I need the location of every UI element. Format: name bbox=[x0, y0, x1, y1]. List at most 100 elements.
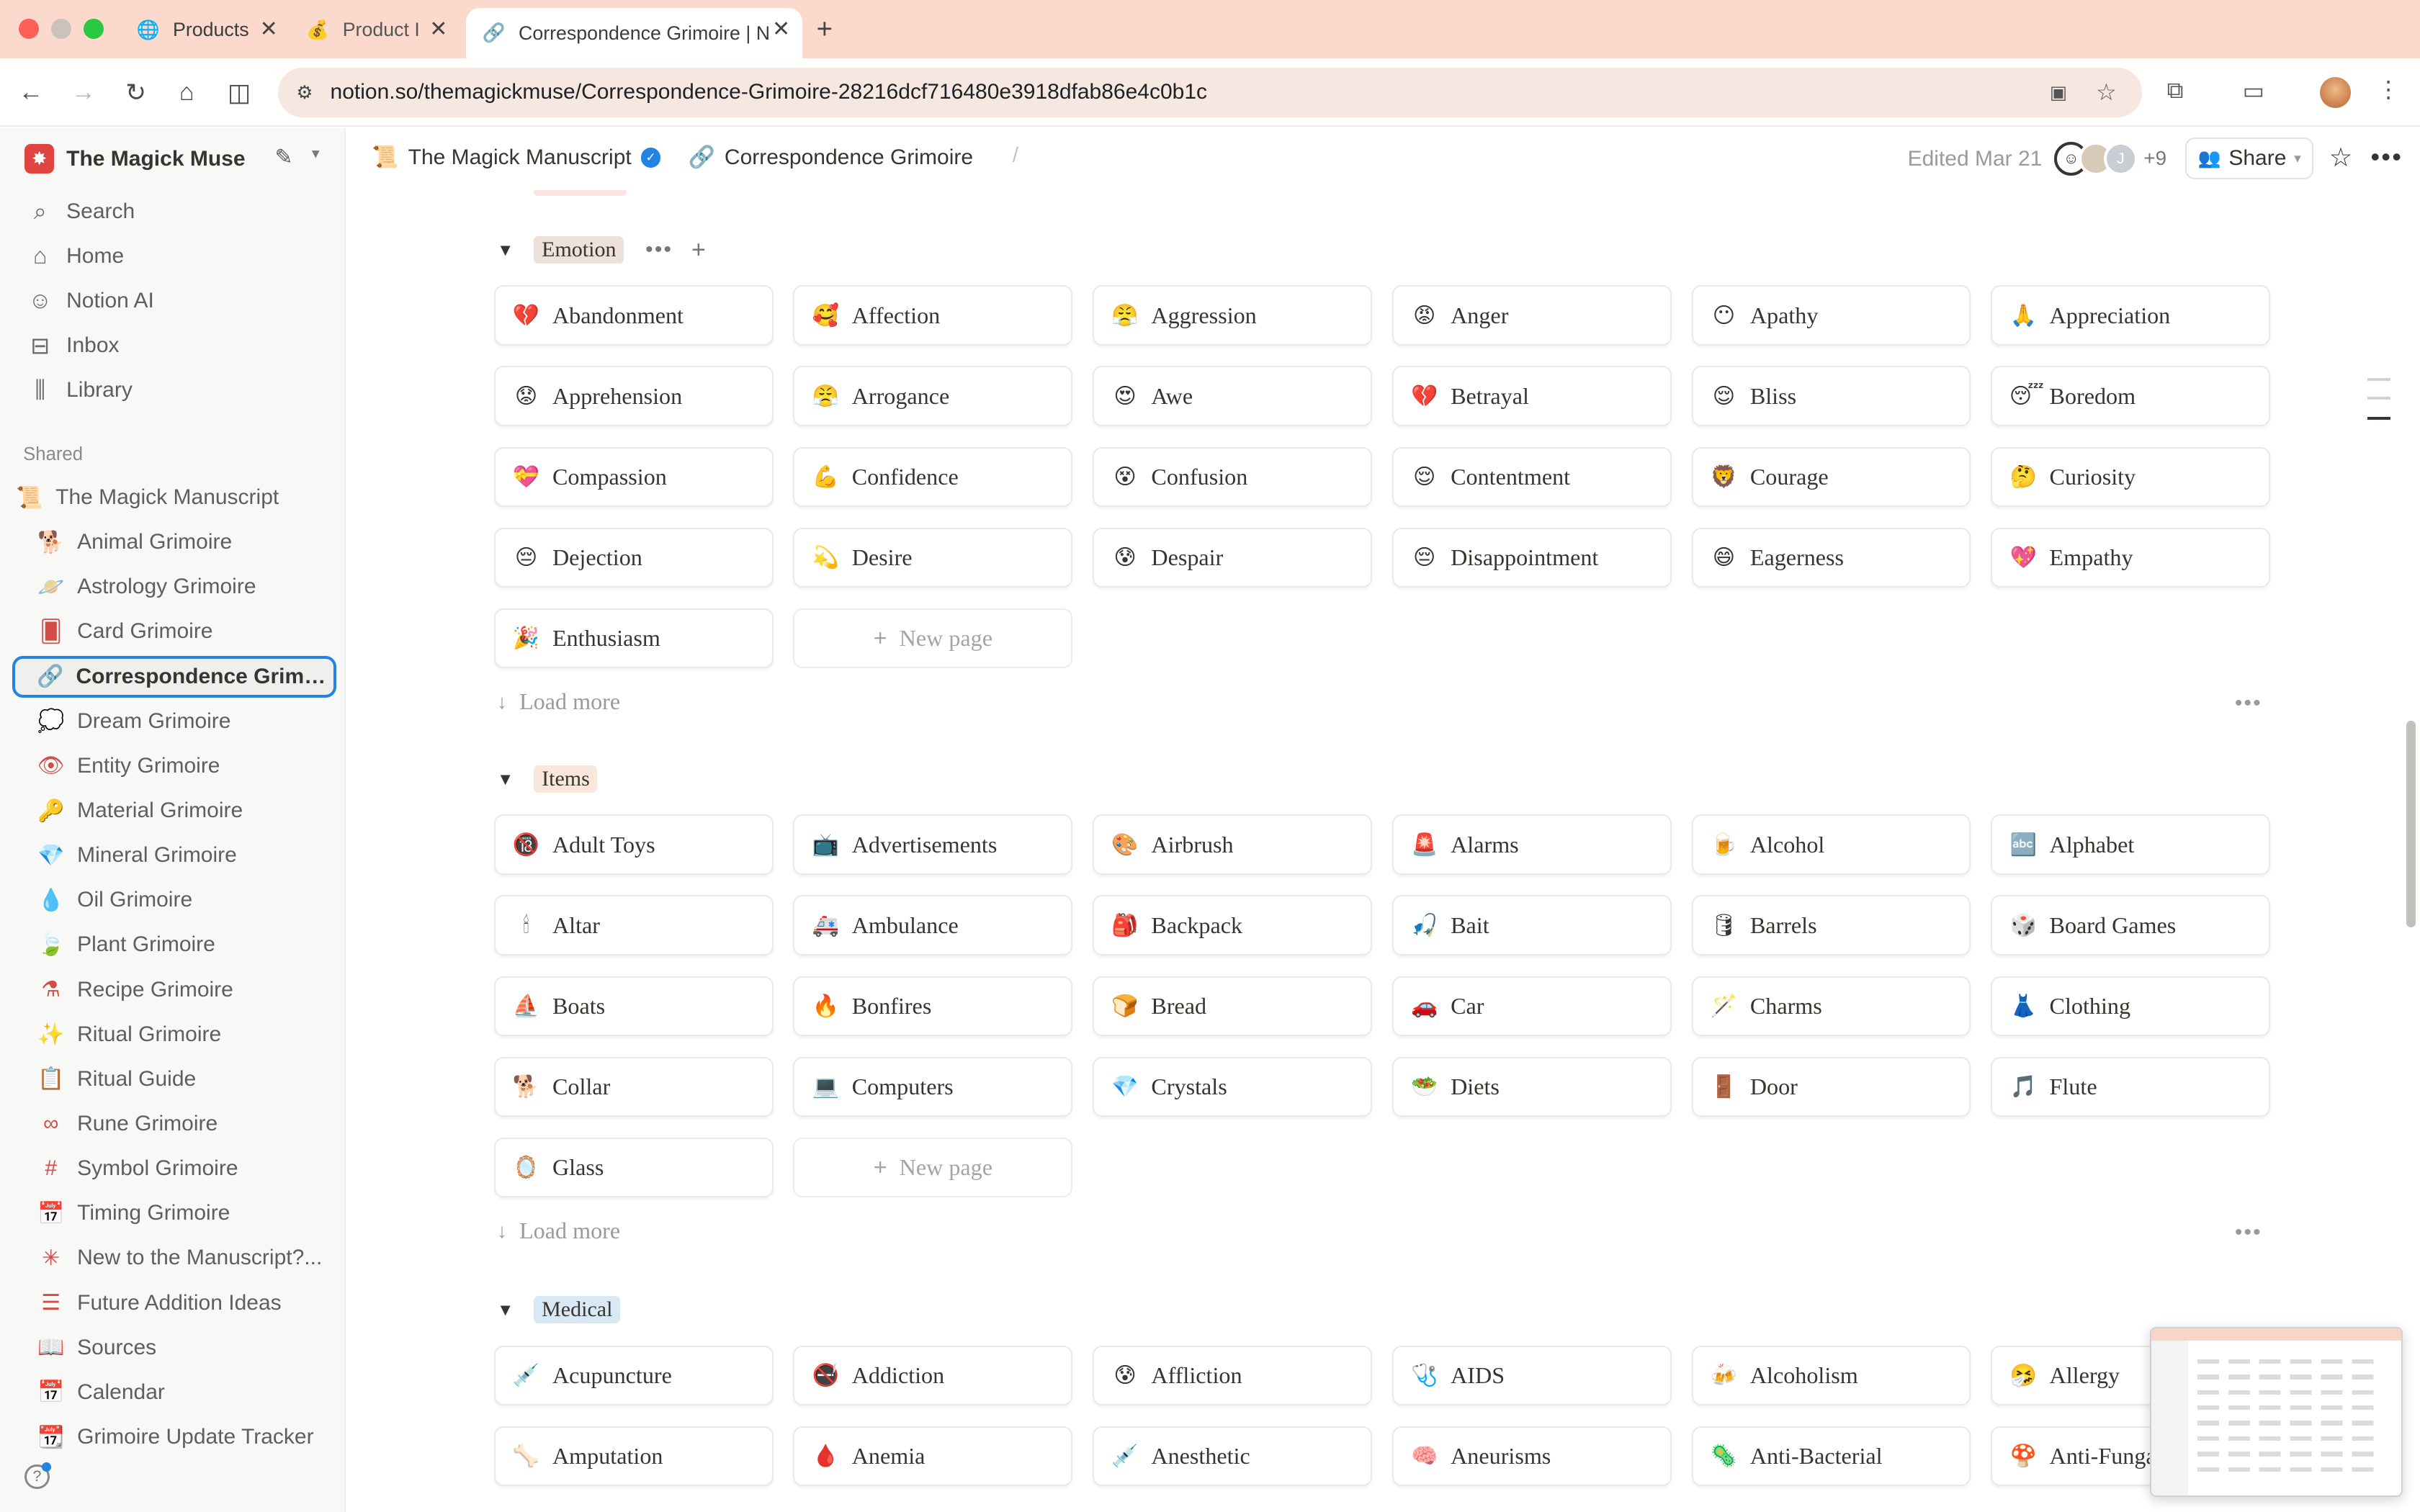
group-more-icon[interactable]: ••• bbox=[645, 238, 673, 262]
board-card[interactable]: 🪄 Charms bbox=[1691, 976, 1971, 1037]
board-card[interactable]: 🔤 Alphabet bbox=[1991, 814, 2271, 875]
sidebar-page-item[interactable]: 📜 The Magick Manuscript bbox=[12, 477, 336, 518]
board-card[interactable]: 🔥 Bonfires bbox=[793, 976, 1073, 1037]
sidebar-page-item[interactable]: 🔑 Material Grimoire bbox=[12, 790, 336, 832]
sidebar-page-item[interactable]: ☰ Future Addition Ideas bbox=[12, 1282, 336, 1324]
close-icon[interactable]: ✕ bbox=[772, 18, 790, 40]
window-zoom-button[interactable] bbox=[83, 18, 104, 39]
group-header[interactable]: ▼ Medical bbox=[497, 1293, 621, 1327]
back-arrow-icon[interactable]: ← bbox=[15, 77, 46, 108]
board-card[interactable]: 💎 Crystals bbox=[1093, 1056, 1372, 1117]
board-card[interactable]: 💖 Empathy bbox=[1991, 527, 2271, 588]
board-card[interactable]: 🎒 Backpack bbox=[1093, 895, 1372, 956]
bookmark-star-icon[interactable]: ☆ bbox=[2096, 78, 2117, 106]
board-card[interactable]: 🍞 Bread bbox=[1093, 976, 1372, 1037]
sidebar-page-item[interactable]: # Symbol Grimoire bbox=[12, 1148, 336, 1189]
board-card[interactable]: 🚨 Alarms bbox=[1392, 814, 1672, 875]
sidebar-page-item[interactable]: ✨ Ritual Grimoire bbox=[12, 1014, 336, 1056]
board-card[interactable]: 🎲 Board Games bbox=[1991, 895, 2271, 956]
toc-marker[interactable] bbox=[2367, 396, 2391, 400]
favorite-star-icon[interactable]: ☆ bbox=[2329, 142, 2353, 173]
board-card[interactable]: 🩺 AIDS bbox=[1392, 1345, 1672, 1406]
board-card[interactable]: 🔞 Adult Toys bbox=[493, 814, 774, 875]
sidebar-page-item[interactable]: 💧 Oil Grimoire bbox=[12, 879, 336, 921]
board-card[interactable]: 💉 Acupuncture bbox=[493, 1345, 774, 1406]
new-tab-button[interactable]: + bbox=[817, 14, 833, 45]
board-card[interactable]: 🎣 Bait bbox=[1392, 895, 1672, 956]
sidebar-page-item[interactable]: 👁 Entity Grimoire bbox=[12, 745, 336, 787]
sidebar-page-item[interactable]: 🪐 Astrology Grimoire bbox=[12, 566, 336, 608]
forward-arrow-icon[interactable]: → bbox=[68, 77, 99, 108]
breadcrumb-current[interactable]: 🔗 Correspondence Grimoire bbox=[689, 145, 973, 170]
toc-marker[interactable] bbox=[2367, 378, 2391, 382]
chevron-down-icon[interactable]: ▾ bbox=[312, 145, 320, 163]
group-more-icon[interactable]: ••• bbox=[2235, 691, 2262, 716]
sidebar-page-item[interactable]: 📆 Grimoire Update Tracker bbox=[12, 1416, 336, 1458]
sidebar-page-item[interactable]: 💎 Mineral Grimoire bbox=[12, 834, 336, 876]
board-card[interactable]: 💫 Desire bbox=[793, 527, 1073, 588]
sidebar-item-library[interactable]: ⫼ Library bbox=[24, 372, 333, 408]
sidebar-page-item[interactable]: 📋 Ritual Guide bbox=[12, 1058, 336, 1100]
sidebar-page-item[interactable]: 🔗 Correspondence Grimoi... bbox=[12, 655, 337, 698]
split-view-icon[interactable]: ◫ bbox=[224, 77, 255, 108]
new-page-button[interactable]: + New page bbox=[793, 608, 1073, 669]
board-card[interactable]: 🪞 Glass bbox=[493, 1137, 774, 1198]
group-header[interactable]: ▼ Items bbox=[497, 762, 598, 796]
close-icon[interactable]: ✕ bbox=[260, 18, 278, 40]
board-card[interactable]: 🧠 Aneurisms bbox=[1392, 1426, 1672, 1487]
board-card[interactable]: 🤔 Curiosity bbox=[1991, 446, 2271, 508]
board-card[interactable]: 😤 Aggression bbox=[1093, 285, 1372, 346]
collaborator-avatars[interactable]: ☺ J bbox=[2054, 142, 2138, 176]
toc-marker-active[interactable] bbox=[2367, 416, 2391, 420]
sidebar-page-item[interactable]: ∞ Rune Grimoire bbox=[12, 1103, 336, 1145]
board-card[interactable]: 😰 Despair bbox=[1093, 527, 1372, 588]
load-more-button[interactable]: ↓ Load more bbox=[497, 688, 620, 715]
sidebar-page-item[interactable]: 🂠 Card Grimoire bbox=[12, 611, 336, 653]
board-card[interactable]: 📺 Advertisements bbox=[793, 814, 1073, 875]
board-card[interactable]: 🚗 Car bbox=[1392, 976, 1672, 1037]
collapse-triangle-icon[interactable]: ▼ bbox=[497, 1300, 519, 1320]
board-card[interactable]: 🥗 Diets bbox=[1392, 1056, 1672, 1117]
sidebar-item-notion-ai[interactable]: ☺ Notion AI bbox=[24, 282, 333, 319]
compose-icon[interactable]: ✎ bbox=[274, 145, 292, 170]
board-card[interactable]: 🦴 Amputation bbox=[493, 1426, 774, 1487]
sidebar-page-item[interactable]: 🍃 Plant Grimoire bbox=[12, 924, 336, 966]
board-card[interactable]: 💝 Compassion bbox=[493, 446, 774, 508]
address-bar[interactable]: ⚙ notion.so/themagickmuse/Correspondence… bbox=[277, 68, 2143, 117]
board-card[interactable]: 🥰 Affection bbox=[793, 285, 1073, 346]
sidebar-page-item[interactable]: 📖 Sources bbox=[12, 1327, 336, 1369]
new-page-button[interactable]: + New page bbox=[793, 1137, 1073, 1198]
board-card[interactable]: 💪 Confidence bbox=[793, 446, 1073, 508]
board-card[interactable]: 😰 Affliction bbox=[1093, 1345, 1372, 1406]
board-card[interactable]: 🎉 Enthusiasm bbox=[493, 608, 774, 669]
load-more-button[interactable]: ↓ Load more bbox=[497, 1218, 620, 1244]
board-card[interactable]: 🚑 Ambulance bbox=[793, 895, 1073, 956]
board-card[interactable]: 😟 Apprehension bbox=[493, 366, 774, 427]
window-close-button[interactable] bbox=[18, 18, 39, 39]
reload-icon[interactable]: ↻ bbox=[120, 77, 151, 108]
browser-menu-icon[interactable]: ⋮ bbox=[2377, 76, 2400, 103]
board-card[interactable]: 😡 Anger bbox=[1392, 285, 1672, 346]
close-icon[interactable]: ✕ bbox=[429, 18, 447, 40]
group-more-icon[interactable]: ••• bbox=[2235, 1220, 2262, 1245]
sidebar-page-item[interactable]: 📅 Calendar bbox=[12, 1372, 336, 1413]
scrollbar[interactable] bbox=[2406, 720, 2416, 927]
board-card[interactable]: 🕯 Altar bbox=[493, 895, 774, 956]
collapse-triangle-icon[interactable]: ▼ bbox=[497, 240, 519, 260]
profile-avatar[interactable] bbox=[2319, 77, 2351, 108]
board-card[interactable]: 💉 Anesthetic bbox=[1093, 1426, 1372, 1487]
board-card[interactable]: 😍 Awe bbox=[1093, 366, 1372, 427]
window-minimize-button[interactable] bbox=[50, 18, 71, 39]
board-card[interactable]: 💔 Betrayal bbox=[1392, 366, 1672, 427]
sidebar-page-item[interactable]: ✳ New to the Manuscript?... bbox=[12, 1238, 336, 1279]
board-card[interactable]: 🍺 Alcohol bbox=[1691, 814, 1971, 875]
board-card[interactable]: 😵 Confusion bbox=[1093, 446, 1372, 508]
board-card[interactable]: 🦁 Courage bbox=[1691, 446, 1971, 508]
sidebar-page-item[interactable]: 💭 Dream Grimoire bbox=[12, 701, 336, 742]
board-card[interactable]: 😤 Arrogance bbox=[793, 366, 1073, 427]
board-card[interactable]: 😶 Apathy bbox=[1691, 285, 1971, 346]
collapse-triangle-icon[interactable]: ▼ bbox=[497, 770, 519, 789]
sidebar-item-inbox[interactable]: ⊟ Inbox bbox=[24, 327, 333, 364]
share-button[interactable]: 👥 Share ▾ bbox=[2185, 137, 2314, 179]
more-options-icon[interactable]: ••• bbox=[2370, 142, 2403, 172]
